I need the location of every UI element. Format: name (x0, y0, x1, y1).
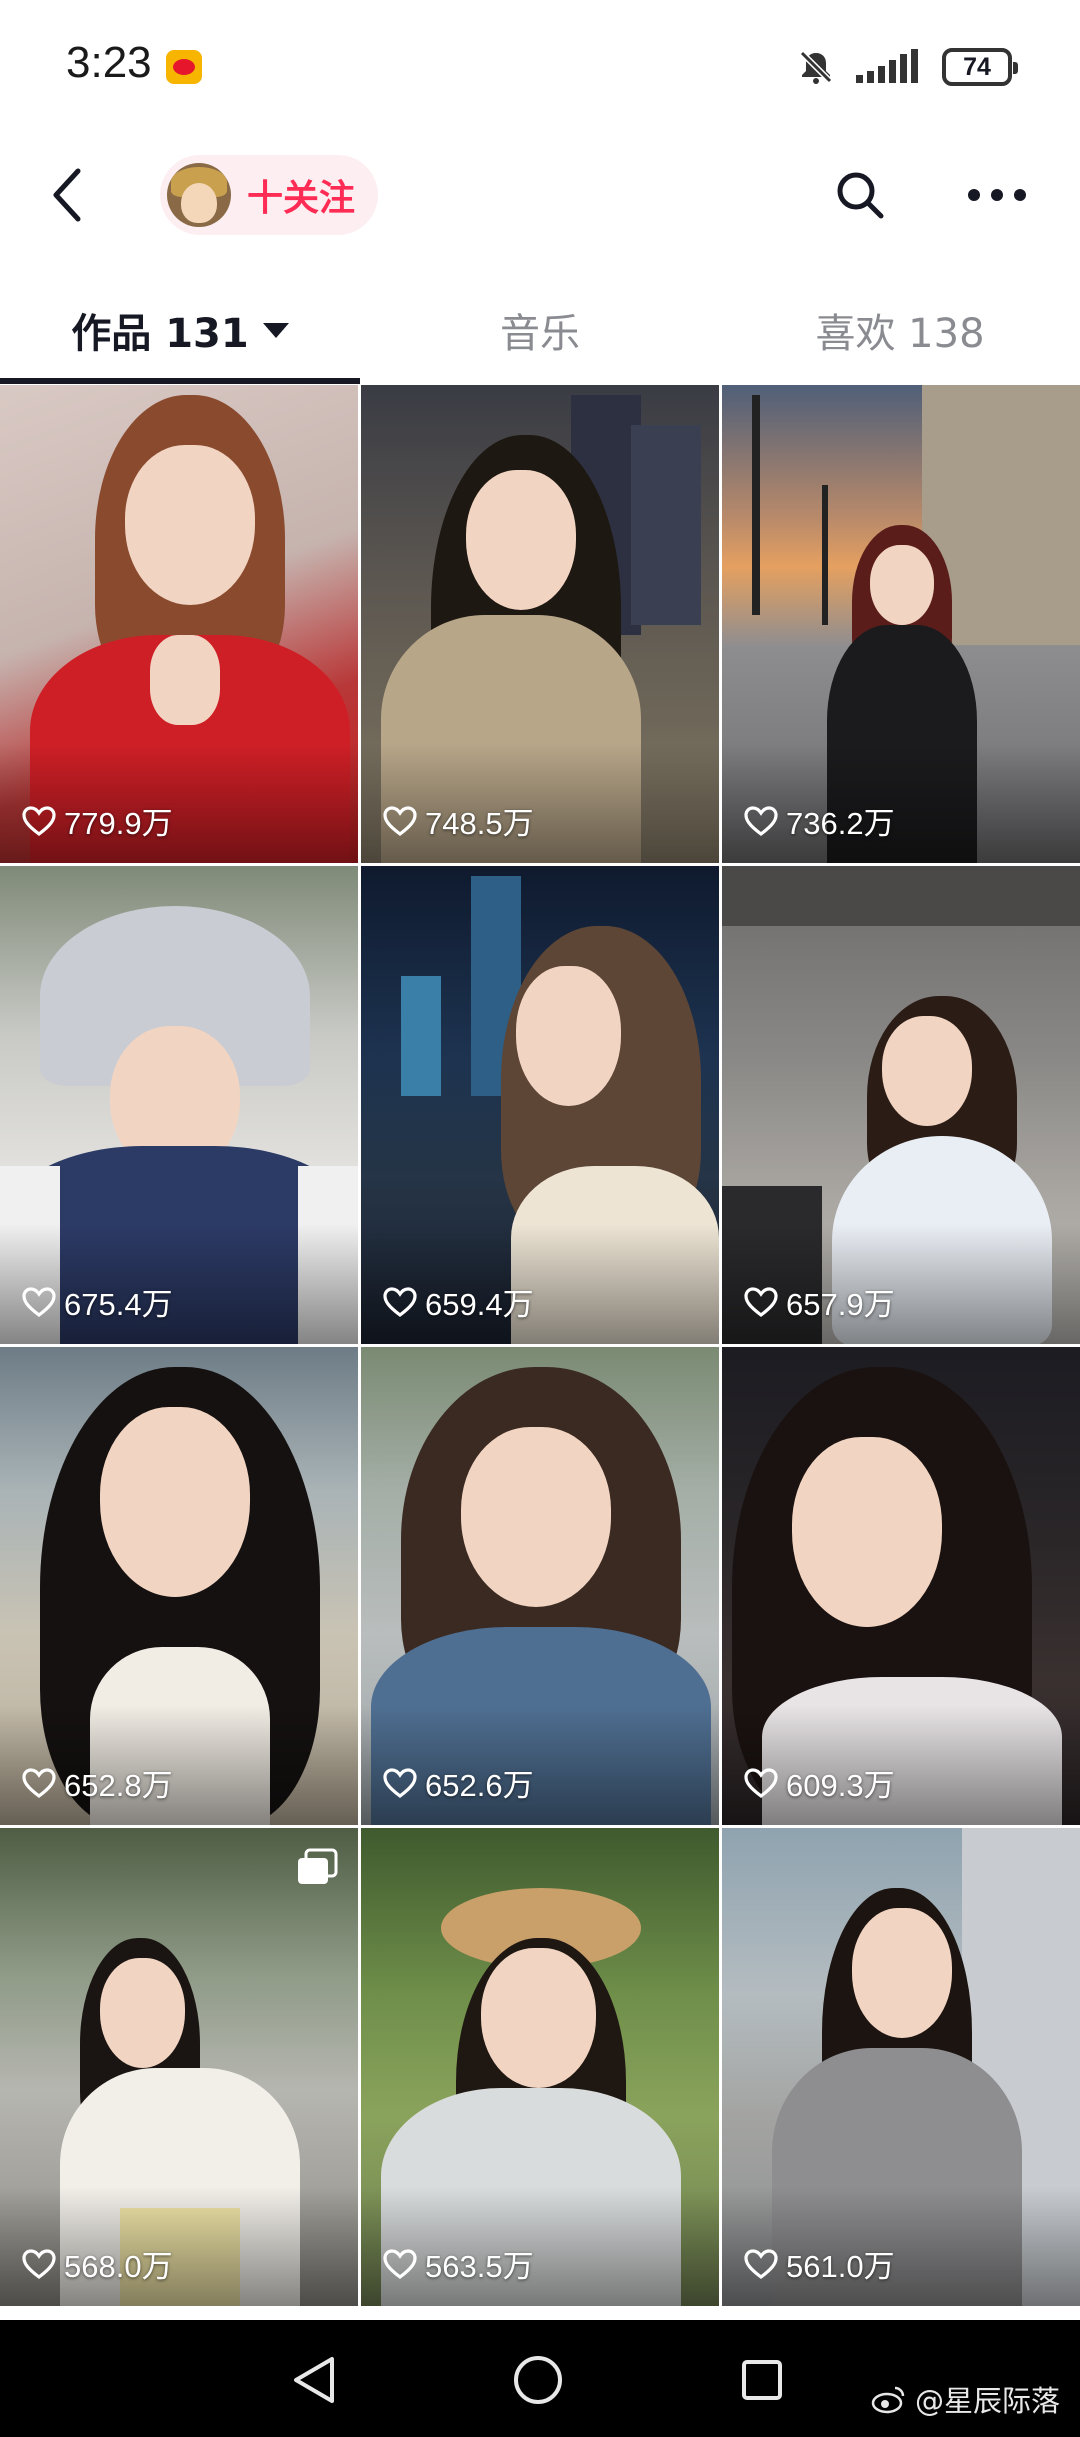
signal-icon (854, 49, 924, 85)
like-count: 568.0万 (64, 2249, 173, 2284)
heart-icon (744, 2248, 778, 2279)
status-icons: 74 (796, 42, 1018, 92)
nav-recents-icon (742, 2360, 782, 2400)
like-count: 779.9万 (64, 806, 173, 841)
like-count: 609.3万 (786, 1768, 895, 1803)
like-count: 657.9万 (786, 1287, 895, 1322)
profile-tabs: 作品 131 音乐 喜欢 138 (0, 285, 1080, 385)
status-bar: 3:23 74 (0, 0, 1080, 135)
like-count-row: 675.4万 (22, 1279, 173, 1324)
like-count-row: 568.0万 (22, 2241, 173, 2286)
video-thumbnail[interactable]: 779.9万 (0, 385, 358, 863)
like-count-row: 652.6万 (383, 1760, 534, 1805)
follow-pill[interactable]: 十关注 (160, 155, 378, 235)
like-count: 563.5万 (425, 2249, 534, 2284)
battery-level: 74 (963, 52, 991, 81)
battery-icon: 74 (942, 48, 1018, 86)
search-icon (837, 172, 884, 219)
like-count-row: 659.4万 (383, 1279, 534, 1324)
like-count: 652.6万 (425, 1768, 534, 1803)
follow-button-label: 十关注 (247, 178, 356, 219)
caret-down-icon (262, 322, 289, 338)
video-thumbnail[interactable]: 563.5万 (361, 1828, 719, 2306)
nav-home-button[interactable] (508, 2350, 568, 2410)
video-thumbnail[interactable]: 659.4万 (361, 866, 719, 1344)
video-thumbnail[interactable]: 748.5万 (361, 385, 719, 863)
more-button[interactable] (962, 163, 1032, 227)
like-count-row: 779.9万 (22, 798, 173, 843)
status-time: 3:23 (66, 38, 152, 87)
nav-back-button[interactable] (284, 2350, 344, 2410)
system-nav-bar: @星辰际落 (0, 2320, 1080, 2437)
like-count: 652.8万 (64, 1768, 173, 1803)
video-thumbnail[interactable]: 675.4万 (0, 866, 358, 1344)
top-nav: 十关注 (0, 135, 1080, 255)
more-icon (968, 189, 1026, 201)
like-count: 736.2万 (786, 806, 895, 841)
heart-icon (383, 2248, 417, 2279)
like-count-row: 561.0万 (744, 2241, 895, 2286)
like-count: 748.5万 (425, 806, 534, 841)
heart-icon (22, 1286, 56, 1317)
like-count-row: 736.2万 (744, 798, 895, 843)
watermark: @星辰际落 (871, 2378, 1060, 2420)
mute-icon (796, 47, 836, 87)
weibo-logo-icon (871, 2384, 907, 2414)
watermark-text: @星辰际落 (914, 2384, 1060, 2418)
multi-image-icon (296, 1848, 338, 1886)
heart-icon (22, 2248, 56, 2279)
tab-likes-label: 喜欢 138 (815, 311, 985, 357)
like-count: 659.4万 (425, 1287, 534, 1322)
back-arrow-icon (53, 168, 81, 222)
video-thumbnail[interactable]: 568.0万 (0, 1828, 358, 2306)
like-count-row: 609.3万 (744, 1760, 895, 1805)
heart-icon (22, 805, 56, 836)
like-count-row: 748.5万 (383, 798, 534, 843)
like-count-row: 563.5万 (383, 2241, 534, 2286)
nav-back-icon (294, 2357, 334, 2403)
like-count-row: 657.9万 (744, 1279, 895, 1324)
weibo-notification-icon (166, 50, 202, 84)
like-count: 561.0万 (786, 2249, 895, 2284)
tab-works[interactable]: 作品 131 (0, 285, 360, 375)
tab-works-label: 作品 131 (71, 311, 249, 357)
avatar[interactable] (167, 163, 231, 227)
nav-recents-button[interactable] (732, 2350, 792, 2410)
like-count-row: 652.8万 (22, 1760, 173, 1805)
video-thumbnail[interactable]: 657.9万 (722, 866, 1080, 1344)
heart-icon (744, 1286, 778, 1317)
back-button[interactable] (38, 160, 98, 230)
heart-icon (383, 1286, 417, 1317)
nav-home-icon (514, 2356, 562, 2404)
video-thumbnail[interactable]: 652.6万 (361, 1347, 719, 1825)
like-count: 675.4万 (64, 1287, 173, 1322)
heart-icon (744, 1767, 778, 1798)
active-tab-indicator (0, 378, 360, 384)
search-button[interactable] (828, 163, 892, 227)
heart-icon (744, 805, 778, 836)
heart-icon (383, 805, 417, 836)
video-thumbnail[interactable]: 609.3万 (722, 1347, 1080, 1825)
tab-music-label: 音乐 (500, 311, 580, 357)
tab-likes[interactable]: 喜欢 138 (720, 285, 1080, 375)
tab-music[interactable]: 音乐 (360, 285, 720, 375)
video-thumbnail[interactable]: 736.2万 (722, 385, 1080, 863)
video-thumbnail[interactable]: 652.8万 (0, 1347, 358, 1825)
video-thumbnail[interactable]: 561.0万 (722, 1828, 1080, 2306)
heart-icon (383, 1767, 417, 1798)
video-grid: 779.9万 748.5万 736.2万 675.4万 659.4万 657.9… (0, 385, 1080, 2320)
heart-icon (22, 1767, 56, 1798)
